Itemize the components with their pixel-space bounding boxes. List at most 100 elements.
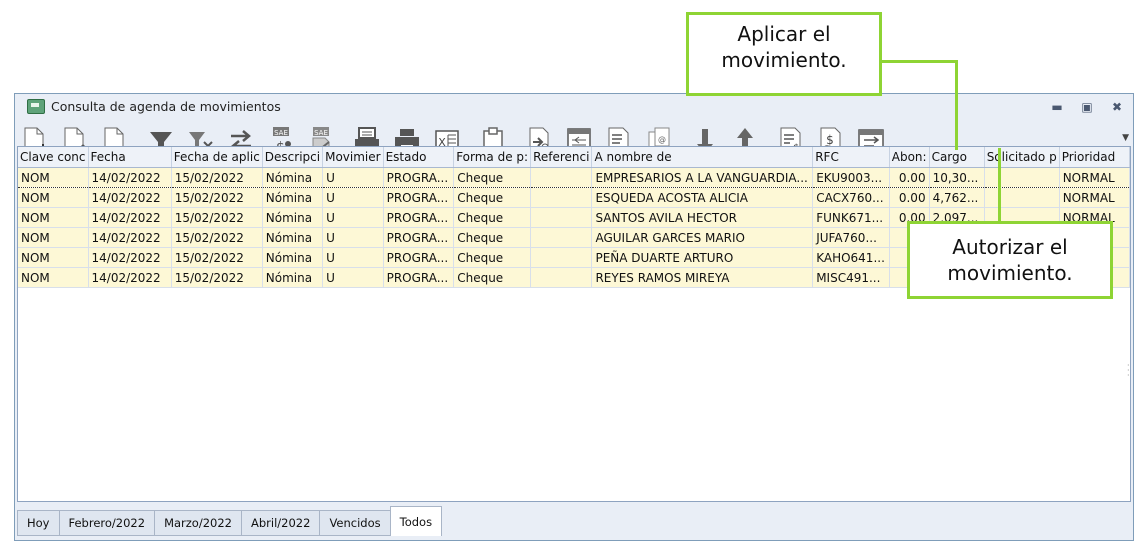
table-cell[interactable]: 14/02/2022	[88, 227, 172, 248]
column-header[interactable]: Movimier	[322, 147, 384, 168]
table-cell[interactable]: U	[322, 187, 384, 208]
maximize-icon[interactable]: ▣	[1077, 98, 1097, 116]
table-cell[interactable]: NOM	[18, 167, 89, 188]
cropped-header-fragment	[0, 0, 1138, 24]
column-header[interactable]: Clave conc	[18, 147, 89, 168]
table-cell[interactable]: Nómina	[262, 267, 324, 288]
column-header[interactable]: Solicitado p	[984, 147, 1060, 168]
table-cell[interactable]: KAHO641...	[812, 247, 890, 268]
tab-abril-2022[interactable]: Abril/2022	[241, 510, 320, 536]
table-cell[interactable]: Cheque	[453, 267, 532, 288]
table-cell[interactable]: Cheque	[453, 207, 532, 228]
table-cell[interactable]: Nómina	[262, 227, 324, 248]
table-cell[interactable]: 0.00	[889, 187, 930, 208]
table-cell[interactable]: ESQUEDA ACOSTA ALICIA	[591, 187, 814, 208]
table-cell[interactable]: NOM	[18, 227, 89, 248]
table-cell[interactable]: NORMAL	[1059, 167, 1130, 188]
table-cell[interactable]: PROGRA...	[383, 227, 455, 248]
tab-hoy[interactable]: Hoy	[17, 510, 59, 536]
close-icon[interactable]: ✖	[1107, 98, 1127, 116]
callout-authorize: Autorizar el movimiento.	[907, 221, 1113, 299]
table-cell[interactable]: NORMAL	[1059, 187, 1130, 208]
tab-vencidos[interactable]: Vencidos	[319, 510, 390, 536]
table-cell[interactable]: U	[322, 227, 384, 248]
table-cell[interactable]: 14/02/2022	[88, 267, 172, 288]
table-cell[interactable]: Nómina	[262, 207, 324, 228]
scroll-grip[interactable]: · · ·	[1127, 362, 1130, 380]
table-cell[interactable]: U	[322, 247, 384, 268]
table-cell[interactable]: Cheque	[453, 247, 532, 268]
table-cell[interactable]: PROGRA...	[383, 207, 455, 228]
table-cell[interactable]: 15/02/2022	[171, 227, 263, 248]
table-cell[interactable]: PEÑA DUARTE ARTURO	[591, 247, 814, 268]
table-cell[interactable]: REYES RAMOS MIREYA	[591, 267, 814, 288]
toolbar-overflow-icon[interactable]: ▼	[1122, 133, 1129, 143]
table-cell[interactable]: EKU9003...	[812, 167, 890, 188]
column-header[interactable]: Fecha	[88, 147, 172, 168]
table-cell[interactable]: AGUILAR GARCES MARIO	[591, 227, 814, 248]
table-cell[interactable]	[530, 187, 593, 208]
table-cell[interactable]: Nómina	[262, 187, 324, 208]
table-cell[interactable]	[530, 267, 593, 288]
table-cell[interactable]: EMPRESARIOS A LA VANGUARDIA...	[591, 167, 814, 188]
table-cell[interactable]: PROGRA...	[383, 167, 455, 188]
table-cell[interactable]: 14/02/2022	[88, 247, 172, 268]
table-cell[interactable]: CACX760...	[812, 187, 890, 208]
table-cell[interactable]	[530, 247, 593, 268]
table-cell[interactable]: FUNK671...	[812, 207, 890, 228]
table-header-row: Clave conc Fecha Fecha de aplic Descripci Mo…	[18, 147, 1130, 168]
table-row[interactable]: NOM 14/02/2022 15/02/2022 Nómina U PROGRA... C…	[18, 167, 1130, 188]
column-header[interactable]: Prioridad	[1059, 147, 1130, 168]
table-cell[interactable]: NOM	[18, 247, 89, 268]
table-cell[interactable]: NOM	[18, 207, 89, 228]
table-cell[interactable]	[530, 207, 593, 228]
table-cell[interactable]: 15/02/2022	[171, 187, 263, 208]
column-header[interactable]: Descripci	[262, 147, 324, 168]
table-cell[interactable]: 14/02/2022	[88, 167, 172, 188]
callout-line-authorize-v	[998, 148, 1001, 223]
table-cell[interactable]	[984, 187, 1060, 208]
table-cell[interactable]: Cheque	[453, 187, 532, 208]
column-header[interactable]: RFC	[812, 147, 890, 168]
table-cell[interactable]: 0.00	[889, 167, 930, 188]
column-header[interactable]: Estado	[383, 147, 455, 168]
table-row[interactable]: NOM 14/02/2022 15/02/2022 Nómina U PROGRA... C…	[18, 187, 1130, 208]
table-cell[interactable]: U	[322, 207, 384, 228]
table-cell[interactable]	[530, 167, 593, 188]
table-cell[interactable]	[530, 227, 593, 248]
table-cell[interactable]: 15/02/2022	[171, 247, 263, 268]
table-cell[interactable]: SANTOS AVILA HECTOR	[591, 207, 814, 228]
table-cell[interactable]: JUFA760...	[812, 227, 890, 248]
table-cell[interactable]: 15/02/2022	[171, 207, 263, 228]
table-cell[interactable]: MISC491...	[812, 267, 890, 288]
column-header[interactable]: Abon:	[889, 147, 930, 168]
table-cell[interactable]: 15/02/2022	[171, 267, 263, 288]
table-cell[interactable]: Cheque	[453, 167, 532, 188]
table-cell[interactable]: U	[322, 167, 384, 188]
table-cell[interactable]: PROGRA...	[383, 267, 455, 288]
column-header[interactable]: Referenci	[530, 147, 593, 168]
period-tabs: Hoy Febrero/2022 Marzo/2022 Abril/2022 Venci…	[17, 506, 443, 536]
table-cell[interactable]	[984, 167, 1060, 188]
tab-marzo-2022[interactable]: Marzo/2022	[154, 510, 241, 536]
table-cell[interactable]: 4,762...	[929, 187, 985, 208]
table-cell[interactable]: U	[322, 267, 384, 288]
table-cell[interactable]: PROGRA...	[383, 187, 455, 208]
table-cell[interactable]: NOM	[18, 267, 89, 288]
column-header[interactable]: Cargo	[929, 147, 985, 168]
table-cell[interactable]: Cheque	[453, 227, 532, 248]
table-cell[interactable]: 10,30...	[929, 167, 985, 188]
column-header[interactable]: Fecha de aplic	[171, 147, 263, 168]
column-header[interactable]: A nombre de	[591, 147, 814, 168]
table-cell[interactable]: 15/02/2022	[171, 167, 263, 188]
tab-febrero-2022[interactable]: Febrero/2022	[58, 510, 155, 536]
tab-todos[interactable]: Todos	[389, 506, 443, 536]
table-cell[interactable]: NOM	[18, 187, 89, 208]
table-cell[interactable]: 14/02/2022	[88, 187, 172, 208]
minimize-icon[interactable]: ▬	[1047, 98, 1067, 116]
table-cell[interactable]: Nómina	[262, 167, 324, 188]
table-cell[interactable]: 14/02/2022	[88, 207, 172, 228]
table-cell[interactable]: Nómina	[262, 247, 324, 268]
table-cell[interactable]: PROGRA...	[383, 247, 455, 268]
column-header[interactable]: Forma de p:	[453, 147, 532, 168]
